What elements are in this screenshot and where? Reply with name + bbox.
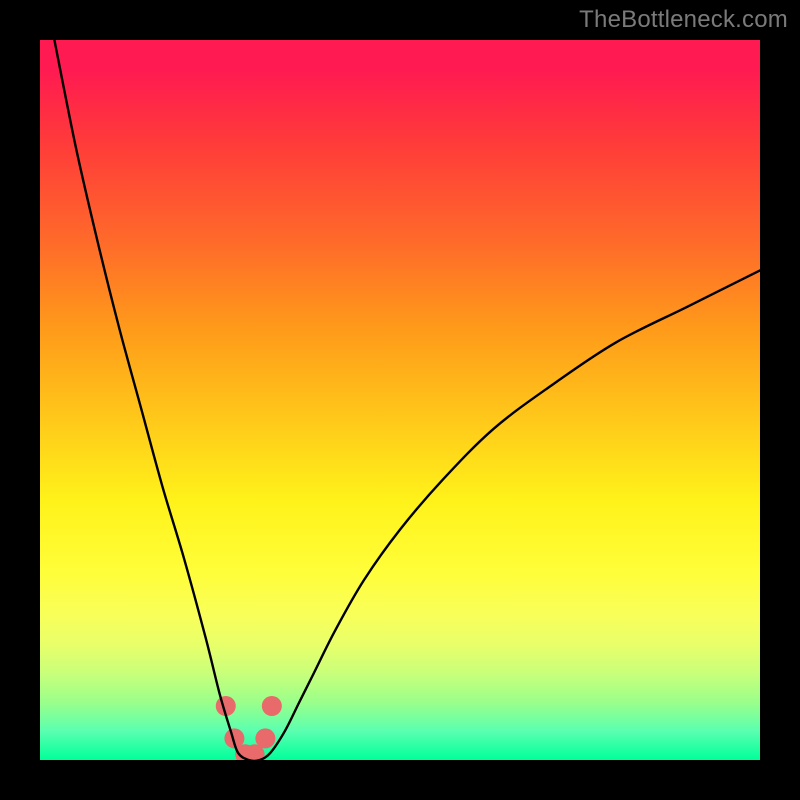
plot-area	[40, 40, 760, 760]
watermark-text: TheBottleneck.com	[579, 6, 788, 34]
dip-marker	[255, 728, 275, 748]
bottleneck-curve	[54, 40, 760, 760]
curve-layer	[40, 40, 760, 760]
chart-frame: TheBottleneck.com	[0, 0, 800, 800]
dip-marker	[262, 696, 282, 716]
